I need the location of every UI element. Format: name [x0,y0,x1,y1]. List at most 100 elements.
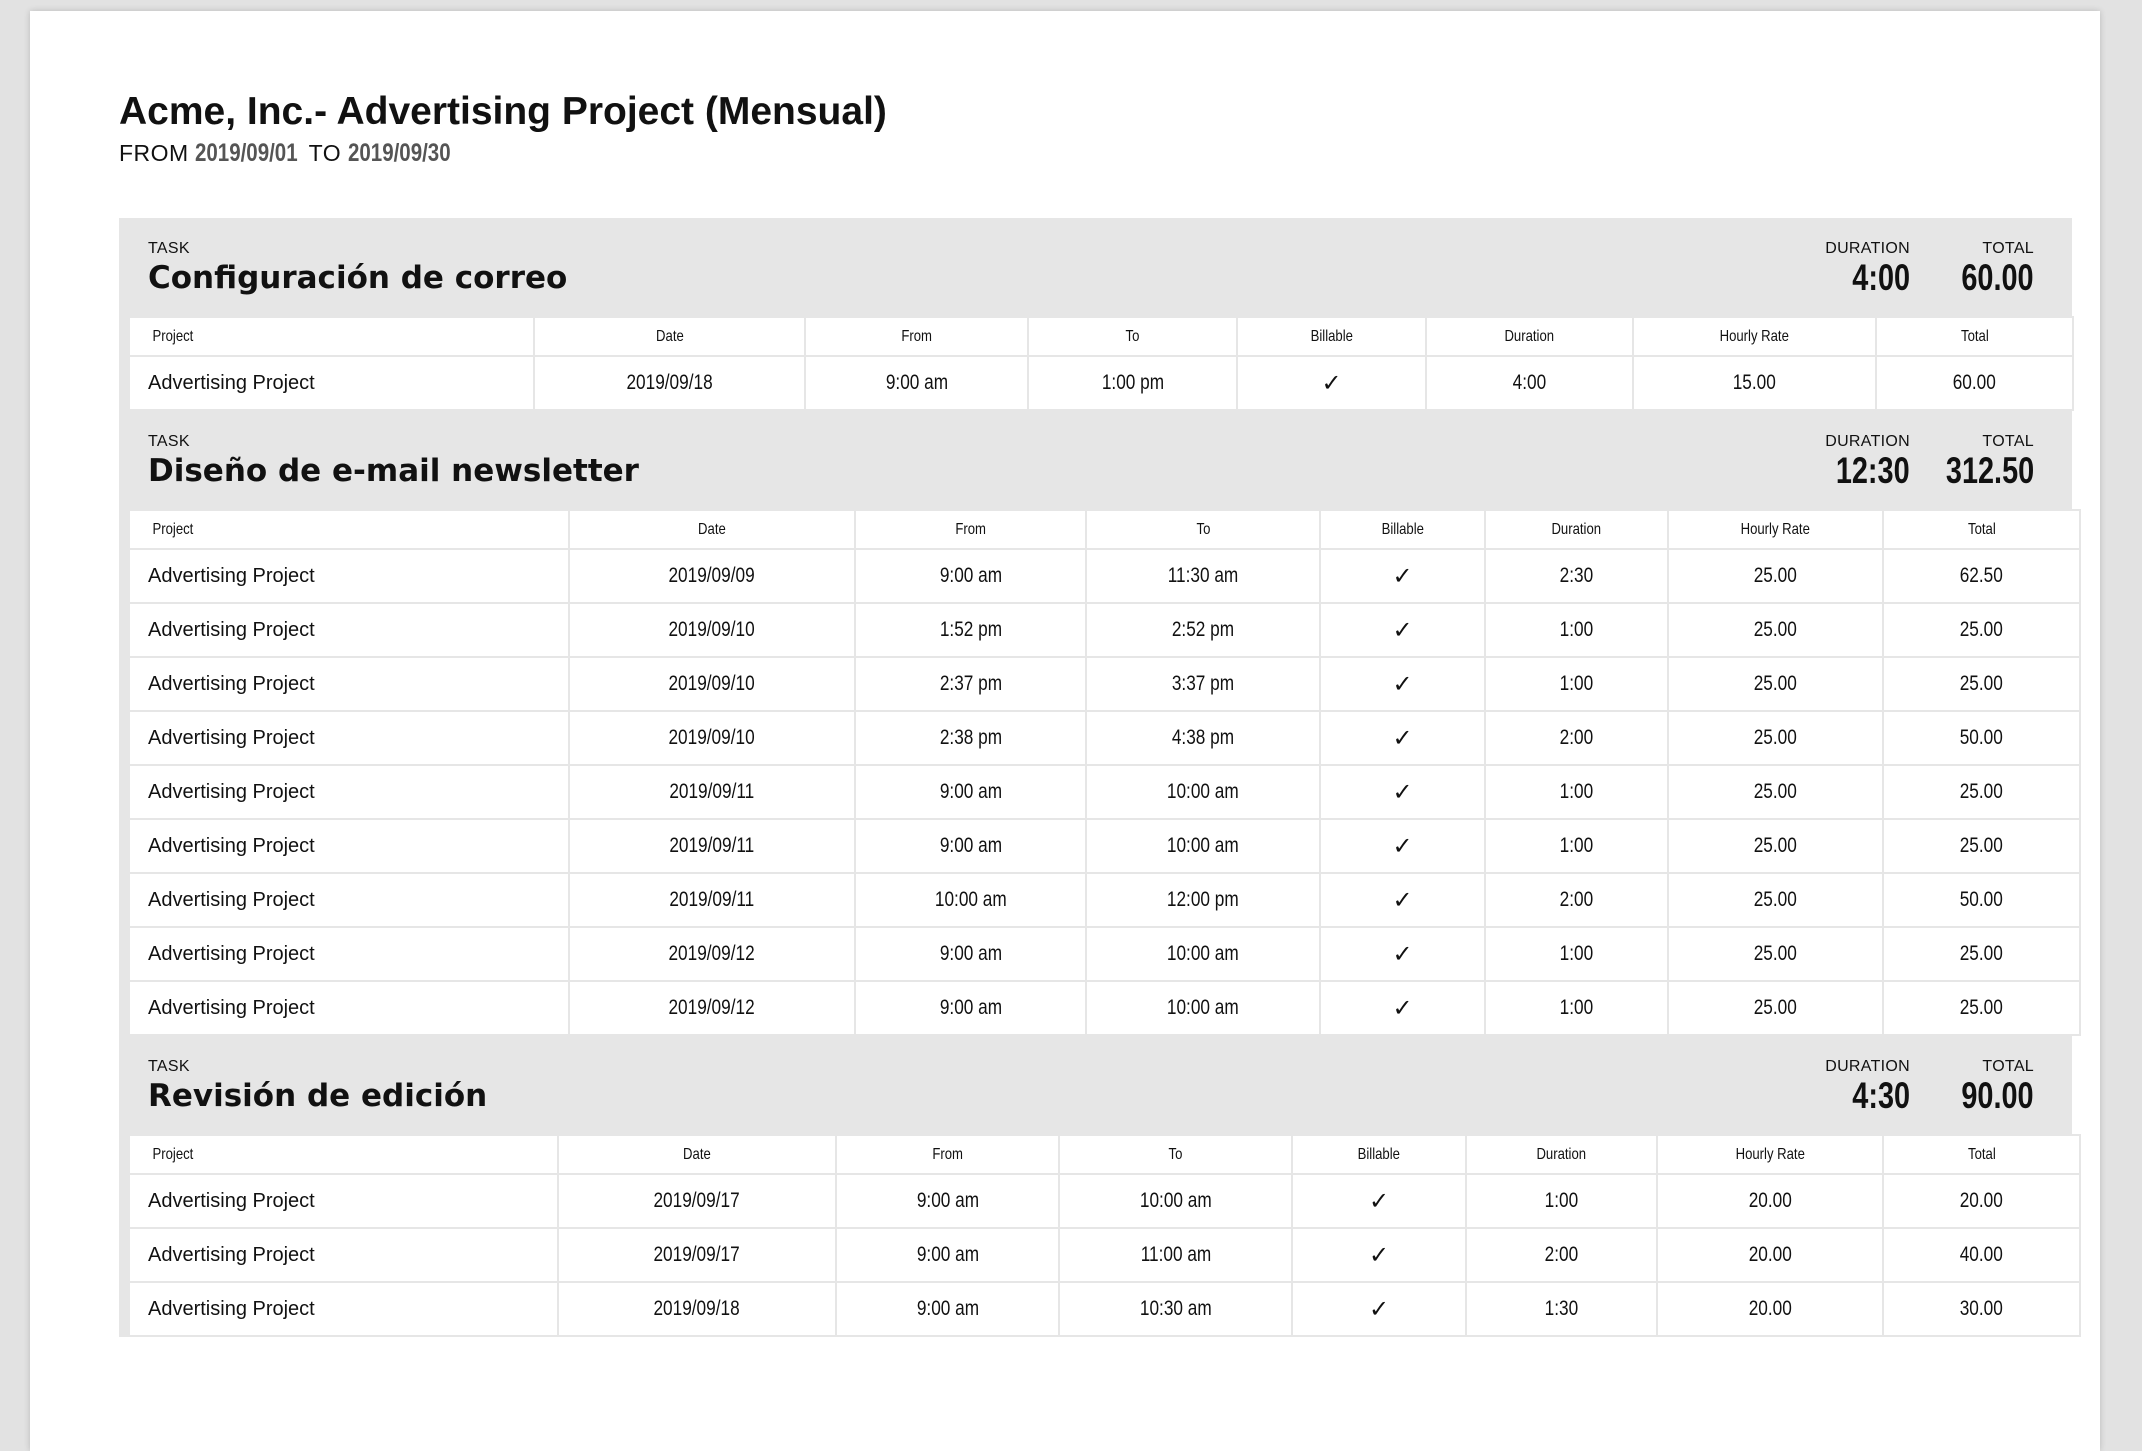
cell-from: 2:37 pm [854,656,1087,712]
total-value: 60.00 [1961,257,2034,298]
cell-duration: 2:00 [1484,710,1669,766]
cell-hourly-rate: 25.00 [1667,656,1884,712]
task-name: Diseño de e-mail newsletter [148,453,639,489]
cell-hourly-rate: 25.00 [1667,872,1884,928]
total-label: TOTAL [1982,240,2034,257]
cell-hourly-rate: 25.00 [1667,980,1884,1036]
billable-check-icon: ✓ [1319,764,1486,820]
duration-value: 4:00 [1852,257,1910,298]
duration-label: DURATION [1825,1058,1910,1075]
column-header-to: To [1085,509,1321,550]
cell-duration: 1:00 [1465,1173,1658,1229]
cell-from: 9:00 am [835,1281,1060,1337]
total-value: 312.50 [1945,450,2034,491]
cell-total: 60.00 [1875,355,2074,411]
column-header-total: Total [1882,509,2081,550]
table-row: Advertising Project 2019/09/12 9:00 am 10:0… [128,926,2081,982]
column-header-duration: Duration [1465,1134,1658,1175]
task-total: TOTAL 90.00 [1941,1058,2034,1116]
billable-check-icon: ✓ [1291,1281,1467,1337]
cell-total: 20.00 [1882,1173,2081,1229]
cell-project: Advertising Project [128,355,535,411]
cell-duration: 1:30 [1465,1281,1658,1337]
cell-project: Advertising Project [128,1281,559,1337]
cell-date: 2019/09/11 [568,818,856,874]
table-row: Advertising Project 2019/09/10 1:52 pm 2:52… [128,602,2081,658]
cell-to: 11:00 am [1058,1227,1293,1283]
table-row: Advertising Project 2019/09/17 9:00 am 10:0… [128,1173,2081,1229]
cell-total: 25.00 [1882,926,2081,982]
table-row: Advertising Project 2019/09/18 9:00 am 1:00… [128,355,2074,411]
task-section: TASK Diseño de e-mail newsletter DURATION 1… [119,411,2081,1036]
table-header-row: Project Date From To Billable Duration Hourly … [128,316,2074,357]
billable-check-icon: ✓ [1319,818,1486,874]
cell-date: 2019/09/12 [568,926,856,982]
duration-value: 12:30 [1836,450,1910,491]
table-row: Advertising Project 2019/09/09 9:00 am 11:3… [128,548,2081,604]
cell-total: 25.00 [1882,980,2081,1036]
cell-to: 10:00 am [1085,764,1321,820]
table-row: Advertising Project 2019/09/18 9:00 am 10:3… [128,1281,2081,1337]
cell-from: 10:00 am [854,872,1087,928]
cell-project: Advertising Project [128,764,570,820]
cell-from: 2:38 pm [854,710,1087,766]
entries-table: Project Date From To Billable Duration Hourly … [128,509,2081,1036]
column-header-project: Project [128,1134,559,1175]
table-row: Advertising Project 2019/09/11 9:00 am 10:0… [128,764,2081,820]
cell-from: 9:00 am [804,355,1029,411]
to-label: TO [308,140,342,166]
cell-project: Advertising Project [128,980,570,1036]
column-header-duration: Duration [1425,316,1634,357]
table-row: Advertising Project 2019/09/11 10:00 am 12:… [128,872,2081,928]
task-name: Configuración de correo [148,260,568,296]
cell-hourly-rate: 20.00 [1656,1281,1884,1337]
column-header-from: From [854,509,1087,550]
cell-hourly-rate: 20.00 [1656,1173,1884,1229]
billable-check-icon: ✓ [1319,926,1486,982]
billable-check-icon: ✓ [1319,548,1486,604]
task-section: TASK Revisión de edición DURATION 4:30 TOTAL… [119,1036,2081,1337]
cell-date: 2019/09/18 [533,355,806,411]
billable-check-icon: ✓ [1319,710,1486,766]
cell-total: 30.00 [1882,1281,2081,1337]
task-name: Revisión de edición [148,1078,488,1114]
column-header-to: To [1027,316,1238,357]
column-header-date: Date [533,316,806,357]
table-row: Advertising Project 2019/09/12 9:00 am 10:0… [128,980,2081,1036]
column-header-billable: Billable [1236,316,1427,357]
table-row: Advertising Project 2019/09/10 2:37 pm 3:37… [128,656,2081,712]
cell-to: 1:00 pm [1027,355,1238,411]
from-label: FROM [119,140,189,166]
total-value: 90.00 [1961,1075,2034,1116]
cell-project: Advertising Project [128,926,570,982]
cell-hourly-rate: 25.00 [1667,548,1884,604]
cell-to: 4:38 pm [1085,710,1321,766]
cell-duration: 1:00 [1484,926,1669,982]
billable-check-icon: ✓ [1319,980,1486,1036]
cell-project: Advertising Project [128,1227,559,1283]
cell-from: 9:00 am [835,1173,1060,1229]
cell-duration: 2:00 [1484,872,1669,928]
task-duration: DURATION 4:30 [1825,1058,1910,1116]
entries-table: Project Date From To Billable Duration Hourly … [128,1134,2081,1337]
cell-from: 9:00 am [854,980,1087,1036]
cell-duration: 1:00 [1484,980,1669,1036]
cell-duration: 1:00 [1484,764,1669,820]
column-header-date: Date [568,509,856,550]
cell-to: 10:30 am [1058,1281,1293,1337]
cell-from: 9:00 am [854,818,1087,874]
cell-to: 12:00 pm [1085,872,1321,928]
report-period: FROM 2019/09/01 TO 2019/09/30 [119,139,455,167]
cell-to: 2:52 pm [1085,602,1321,658]
cell-date: 2019/09/10 [568,602,856,658]
cell-project: Advertising Project [128,1173,559,1229]
column-header-billable: Billable [1291,1134,1467,1175]
total-label: TOTAL [1982,433,2034,450]
cell-to: 10:00 am [1085,980,1321,1036]
billable-check-icon: ✓ [1319,872,1486,928]
cell-total: 25.00 [1882,764,2081,820]
task-header: TASK Revisión de edición DURATION 4:30 TOTAL… [128,1036,2072,1134]
duration-label: DURATION [1825,240,1910,257]
cell-duration: 4:00 [1425,355,1634,411]
cell-duration: 2:00 [1465,1227,1658,1283]
